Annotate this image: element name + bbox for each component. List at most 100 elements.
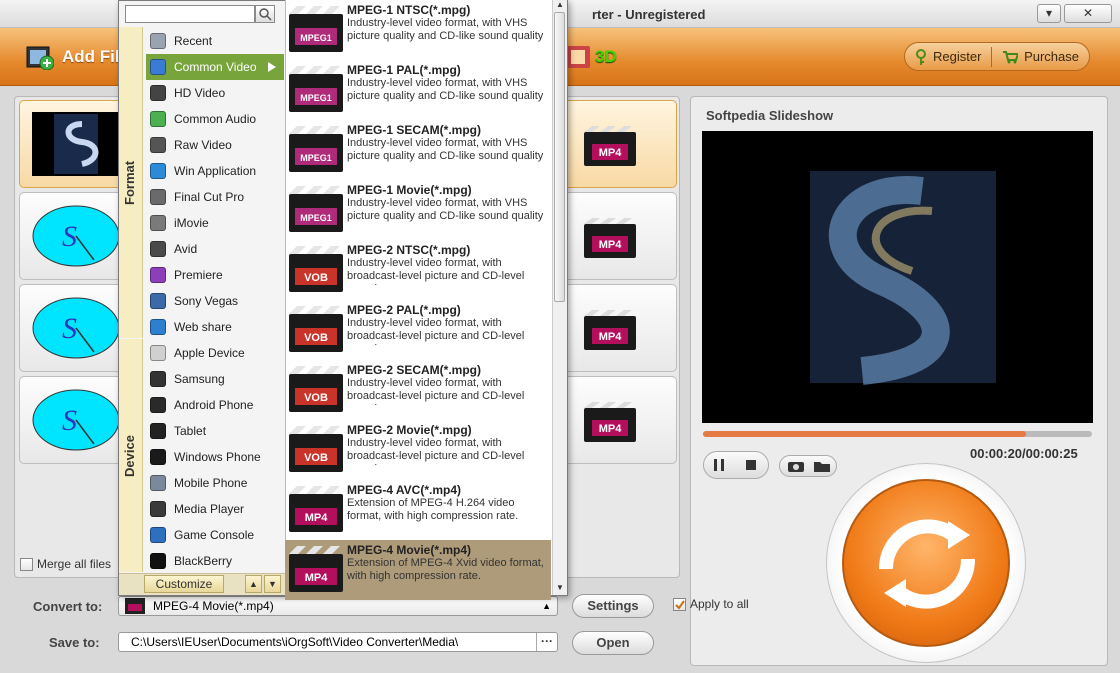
category-item[interactable]: Recent (146, 28, 284, 54)
format-search-input[interactable] (125, 5, 255, 23)
format-badge: MPEG1 (300, 33, 332, 43)
add-files-label: Add Fil (62, 47, 120, 66)
blackberry-icon (150, 553, 166, 569)
format-name: MPEG-1 Movie(*.mpg) (347, 183, 472, 197)
register-purchase-group: Register Purchase (904, 42, 1090, 71)
category-item[interactable]: Mobile Phone (146, 470, 284, 496)
format-item[interactable]: VOB MPEG-2 NTSC(*.mpg) Industry-level vide… (285, 240, 551, 300)
convert-button[interactable] (842, 479, 1010, 647)
checkbox-box[interactable] (20, 557, 33, 571)
add-files-button[interactable]: Add Fil (26, 41, 120, 73)
playback-progress[interactable] (703, 431, 1092, 437)
recent-icon (150, 33, 166, 49)
video-thumbnail (32, 112, 120, 176)
category-item[interactable]: HD Video (146, 80, 284, 106)
snapshot-folder-button[interactable] (812, 458, 832, 474)
category-item[interactable]: Apple Device (146, 340, 284, 366)
format-item[interactable]: MPEG1 MPEG-1 Movie(*.mpg) Industry-level v… (285, 180, 551, 240)
category-item[interactable]: Media Player (146, 496, 284, 522)
device-section-label: Device (122, 435, 137, 477)
mp4-format-icon[interactable]: MP4 (584, 218, 636, 258)
mp4-badge: MP4 (599, 239, 623, 251)
category-item[interactable]: Avid (146, 236, 284, 262)
format-item[interactable]: MPEG1 MPEG-1 PAL(*.mpg) Industry-level vid… (285, 60, 551, 120)
category-label: Game Console (174, 528, 255, 542)
apply-to-all-label: Apply to all (690, 597, 749, 611)
sony-vegas-icon (150, 293, 166, 309)
category-item[interactable]: Premiere (146, 262, 284, 288)
common-video-icon (150, 59, 166, 75)
scrollbar-thumb[interactable] (554, 12, 565, 302)
category-item[interactable]: Sony Vegas (146, 288, 284, 314)
search-button[interactable] (255, 5, 275, 23)
category-item[interactable]: Android Phone (146, 392, 284, 418)
category-item[interactable]: Tablet (146, 418, 284, 444)
format-item[interactable]: VOB MPEG-2 SECAM(*.mpg) Industry-level vid… (285, 360, 551, 420)
category-item[interactable]: Common Audio (146, 106, 284, 132)
category-item[interactable]: Final Cut Pro (146, 184, 284, 210)
save-path-field[interactable]: C:\Users\IEUser\Documents\iOrgSoft\Video… (118, 632, 558, 652)
merge-all-files-checkbox[interactable]: Merge all files (20, 557, 111, 571)
category-label: Recent (174, 34, 213, 48)
save-to-label: Save to: (49, 635, 100, 650)
scroll-down-arrow-icon[interactable]: ▼ (556, 583, 564, 592)
convert-to-value: MPEG-4 Movie(*.mp4) (153, 599, 274, 613)
3d-button[interactable]: 3D (595, 47, 617, 67)
format-item[interactable]: MP4 MPEG-4 Movie(*.mp4) Extension of MPEG-… (285, 540, 551, 600)
minimize-button[interactable]: ▾ (1037, 4, 1061, 23)
category-item[interactable]: Raw Video (146, 132, 284, 158)
format-badge: MP4 (305, 512, 329, 524)
category-label: Sony Vegas (174, 294, 239, 308)
format-item[interactable]: MP4 MPEG-4 AVC(*.mp4) Extension of MPEG-4 … (285, 480, 551, 540)
format-description: Industry-level video format, with VHS pi… (347, 77, 544, 102)
format-badge: MP4 (305, 572, 329, 584)
scroll-up-button[interactable]: ▲ (245, 575, 262, 593)
key-icon (916, 48, 926, 65)
browse-button[interactable]: ··· (536, 633, 557, 651)
customize-button[interactable]: Customize (144, 575, 224, 593)
category-item[interactable]: Win Application (146, 158, 284, 184)
convert-refresh-icon (878, 519, 976, 609)
svg-text:S: S (62, 404, 77, 437)
category-label: Raw Video (174, 138, 232, 152)
settings-button[interactable]: Settings (572, 594, 654, 618)
register-button[interactable]: Register (905, 43, 991, 70)
scroll-up-arrow-icon[interactable]: ▲ (556, 0, 564, 9)
category-label: Android Phone (174, 398, 254, 412)
category-item[interactable]: Common Video (146, 54, 284, 80)
mp4-format-icon[interactable]: MP4 (584, 126, 636, 166)
progress-fill (703, 431, 1026, 437)
open-button[interactable]: Open (572, 631, 654, 655)
format-item[interactable]: VOB MPEG-2 PAL(*.mpg) Industry-level video… (285, 300, 551, 360)
format-item[interactable]: VOB MPEG-2 Movie(*.mpg) Industry-level vid… (285, 420, 551, 480)
apply-to-all-checkbox[interactable]: Apply to all (673, 597, 749, 611)
category-label: Mobile Phone (174, 476, 248, 490)
mp4-format-icon[interactable]: MP4 (584, 402, 636, 442)
format-item[interactable]: MPEG1 MPEG-1 SECAM(*.mpg) Industry-level v… (285, 120, 551, 180)
clapperboard-icon: MPEG1 (289, 6, 343, 52)
category-item[interactable]: BlackBerry (146, 548, 284, 574)
premiere-icon (150, 267, 166, 283)
checkmark-icon (675, 599, 685, 610)
pause-button[interactable] (708, 455, 730, 475)
scroll-down-button[interactable]: ▼ (264, 575, 281, 593)
category-item[interactable]: Windows Phone (146, 444, 284, 470)
video-thumbnail: S (32, 296, 120, 360)
category-item[interactable]: iMovie (146, 210, 284, 236)
dropdown-arrow-icon: ▲ (542, 601, 551, 611)
category-item[interactable]: Samsung (146, 366, 284, 392)
checkbox-box[interactable] (673, 597, 686, 611)
video-preview[interactable] (702, 131, 1093, 423)
close-button[interactable]: ✕ (1064, 4, 1112, 23)
purchase-button[interactable]: Purchase (992, 43, 1089, 70)
mp4-format-icon[interactable]: MP4 (584, 310, 636, 350)
format-item[interactable]: MPEG1 MPEG-1 NTSC(*.mpg) Industry-level vi… (285, 0, 551, 60)
format-badge: MPEG1 (300, 153, 332, 163)
category-item[interactable]: Game Console (146, 522, 284, 548)
clapperboard-icon: VOB (289, 306, 343, 352)
format-badge: MPEG1 (300, 93, 332, 103)
snapshot-button[interactable] (786, 458, 806, 474)
samsung-icon (150, 371, 166, 387)
category-item[interactable]: Web share (146, 314, 284, 340)
stop-button[interactable] (740, 455, 762, 475)
